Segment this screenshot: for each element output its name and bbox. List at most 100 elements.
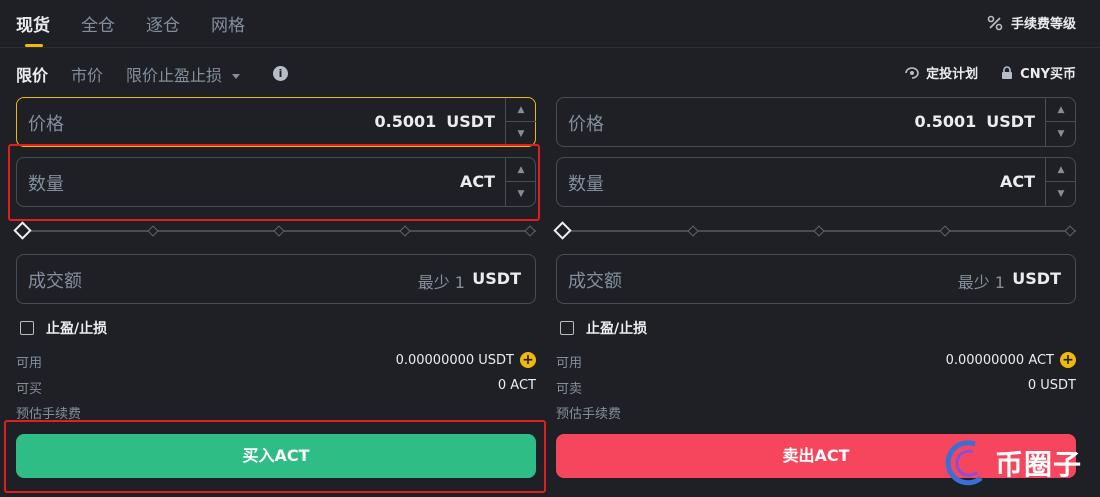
cny-buy-label: CNY买币 bbox=[1020, 67, 1076, 82]
sell-amount-unit: ACT bbox=[999, 172, 1035, 191]
buy-amount-unit: ACT bbox=[459, 172, 495, 191]
buy-price-value-group: 0.5001 USDT bbox=[375, 112, 495, 131]
watermark-logo: 币圈子 bbox=[945, 432, 1095, 494]
buy-total-min: 最少 1 bbox=[417, 273, 465, 292]
buy-slider-tick-75[interactable] bbox=[399, 225, 411, 237]
order-type-limit[interactable]: 限价 bbox=[16, 62, 48, 86]
sell-price-field[interactable]: 价格 0.5001 USDT ▲ ▼ bbox=[556, 97, 1076, 147]
order-type-stop-limit-label: 限价止盈止损 bbox=[126, 66, 223, 85]
sell-price-unit: USDT bbox=[986, 112, 1035, 131]
sell-price-label: 价格 bbox=[568, 114, 604, 135]
fee-level-label: 手续费等级 bbox=[1010, 17, 1076, 32]
buy-available-label: 可用 bbox=[16, 356, 43, 371]
tab-cross-margin[interactable]: 全仓 bbox=[81, 11, 115, 36]
sell-max-label: 可卖 bbox=[556, 382, 583, 397]
sell-amount-field[interactable]: 数量 ACT ▲ ▼ bbox=[556, 157, 1076, 207]
buy-tp-sl-toggle[interactable]: 止盈/止损 bbox=[20, 318, 107, 338]
buy-price-unit: USDT bbox=[446, 112, 495, 131]
sell-fee-label: 预估手续费 bbox=[556, 407, 622, 422]
tab-isolated-margin[interactable]: 逐仓 bbox=[146, 11, 180, 36]
sell-slider-tick-25[interactable] bbox=[687, 225, 699, 237]
sell-fee-row: 预估手续费 bbox=[556, 403, 1076, 423]
sell-slider-tick-50[interactable] bbox=[813, 225, 825, 237]
buy-total-label: 成交额 bbox=[28, 271, 82, 292]
buy-price-increment-icon[interactable]: ▲ bbox=[506, 98, 536, 122]
sell-price-increment-icon[interactable]: ▲ bbox=[1046, 98, 1076, 122]
sell-total-field[interactable]: 成交额 最少 1 USDT bbox=[556, 254, 1076, 304]
buy-available-value: 0.00000000 USDT bbox=[395, 352, 514, 368]
buy-amount-stepper: ▲ ▼ bbox=[505, 158, 536, 206]
active-tab-indicator bbox=[25, 44, 43, 47]
caret-down-icon bbox=[232, 73, 241, 79]
buy-max-value: 0 ACT bbox=[497, 378, 536, 393]
percent-icon bbox=[987, 15, 1003, 30]
sell-total-min: 最少 1 bbox=[957, 273, 1005, 292]
buy-fee-row: 预估手续费 bbox=[16, 403, 536, 423]
sell-total-unit: USDT bbox=[1012, 269, 1061, 288]
sell-slider-thumb[interactable] bbox=[553, 221, 572, 240]
buy-price-value: 0.5001 bbox=[374, 112, 437, 131]
sell-deposit-plus-icon[interactable]: + bbox=[1060, 352, 1076, 368]
buy-amount-increment-icon[interactable]: ▲ bbox=[506, 158, 536, 182]
buy-total-field[interactable]: 成交额 最少 1 USDT bbox=[16, 254, 536, 304]
buy-slider-tick-50[interactable] bbox=[273, 225, 285, 237]
tab-grid[interactable]: 网格 bbox=[211, 11, 245, 36]
order-type-market[interactable]: 市价 bbox=[71, 62, 103, 86]
buy-amount-label: 数量 bbox=[28, 174, 64, 195]
fee-level-link[interactable]: 手续费等级 bbox=[987, 13, 1076, 32]
sell-price-decrement-icon[interactable]: ▼ bbox=[1046, 122, 1076, 146]
buy-available-row: 可用 0.00000000 USDT + bbox=[16, 352, 536, 372]
buy-button[interactable]: 买入ACT bbox=[16, 434, 536, 478]
sell-amount-stepper: ▲ ▼ bbox=[1045, 158, 1076, 206]
info-icon[interactable]: i bbox=[273, 66, 288, 81]
sell-available-value-group: 0.00000000 ACT + bbox=[946, 352, 1076, 368]
watermark-text: 币圈子 bbox=[995, 448, 1083, 481]
buy-total-unit: USDT bbox=[472, 269, 521, 288]
sell-tp-sl-checkbox[interactable] bbox=[560, 321, 574, 335]
order-type-stop-limit[interactable]: 限价止盈止损 bbox=[126, 62, 241, 86]
buy-price-label: 价格 bbox=[28, 114, 64, 135]
buy-fee-label: 预估手续费 bbox=[16, 407, 82, 422]
sell-percent-slider[interactable] bbox=[553, 221, 1076, 240]
sell-available-label: 可用 bbox=[556, 356, 583, 371]
sell-max-value: 0 USDT bbox=[1027, 378, 1076, 393]
sell-slider-tick-75[interactable] bbox=[939, 225, 951, 237]
recurring-plan-icon bbox=[905, 66, 919, 79]
buy-slider-tick-100[interactable] bbox=[524, 225, 536, 237]
sell-slider-tick-100[interactable] bbox=[1064, 225, 1076, 237]
buy-amount-decrement-icon[interactable]: ▼ bbox=[506, 182, 536, 206]
order-form-links: 定投计划 CNY买币 bbox=[904, 63, 1076, 82]
sell-total-label: 成交额 bbox=[568, 271, 622, 292]
buy-available-value-group: 0.00000000 USDT + bbox=[396, 352, 536, 368]
recurring-plan-link[interactable]: 定投计划 bbox=[904, 63, 978, 82]
sell-max-row: 可卖 0 USDT bbox=[556, 378, 1076, 398]
buy-tp-sl-label: 止盈/止损 bbox=[46, 321, 108, 337]
cny-buy-link[interactable]: CNY买币 bbox=[1000, 63, 1076, 82]
trade-mode-tabs: 现货 全仓 逐仓 网格 手续费等级 bbox=[0, 0, 1100, 48]
sell-price-stepper: ▲ ▼ bbox=[1045, 98, 1076, 146]
sell-amount-label: 数量 bbox=[568, 174, 604, 195]
sell-price-value-group: 0.5001 USDT bbox=[915, 112, 1035, 131]
buy-deposit-plus-icon[interactable]: + bbox=[520, 352, 536, 368]
sell-available-row: 可用 0.00000000 ACT + bbox=[556, 352, 1076, 372]
sell-amount-increment-icon[interactable]: ▲ bbox=[1046, 158, 1076, 182]
buy-percent-slider[interactable] bbox=[13, 221, 536, 240]
sell-tp-sl-toggle[interactable]: 止盈/止损 bbox=[560, 318, 647, 338]
sell-amount-decrement-icon[interactable]: ▼ bbox=[1046, 182, 1076, 206]
recurring-plan-label: 定投计划 bbox=[926, 67, 979, 82]
buy-tp-sl-checkbox[interactable] bbox=[20, 321, 34, 335]
tab-spot[interactable]: 现货 bbox=[16, 11, 50, 36]
buy-slider-thumb[interactable] bbox=[13, 221, 32, 240]
buy-amount-field[interactable]: 数量 ACT ▲ ▼ bbox=[16, 157, 536, 207]
buy-price-stepper: ▲ ▼ bbox=[505, 98, 536, 146]
sell-tp-sl-label: 止盈/止损 bbox=[586, 321, 648, 337]
buy-price-decrement-icon[interactable]: ▼ bbox=[506, 122, 536, 146]
lock-icon bbox=[1002, 65, 1013, 79]
buy-slider-tick-25[interactable] bbox=[147, 225, 159, 237]
watermark-logo-icon bbox=[945, 440, 983, 486]
sell-available-value: 0.00000000 ACT bbox=[945, 352, 1054, 368]
buy-max-row: 可买 0 ACT bbox=[16, 378, 536, 398]
buy-price-field[interactable]: 价格 0.5001 USDT ▲ ▼ bbox=[16, 97, 536, 147]
sell-price-value: 0.5001 bbox=[914, 112, 977, 131]
buy-max-label: 可买 bbox=[16, 382, 43, 397]
